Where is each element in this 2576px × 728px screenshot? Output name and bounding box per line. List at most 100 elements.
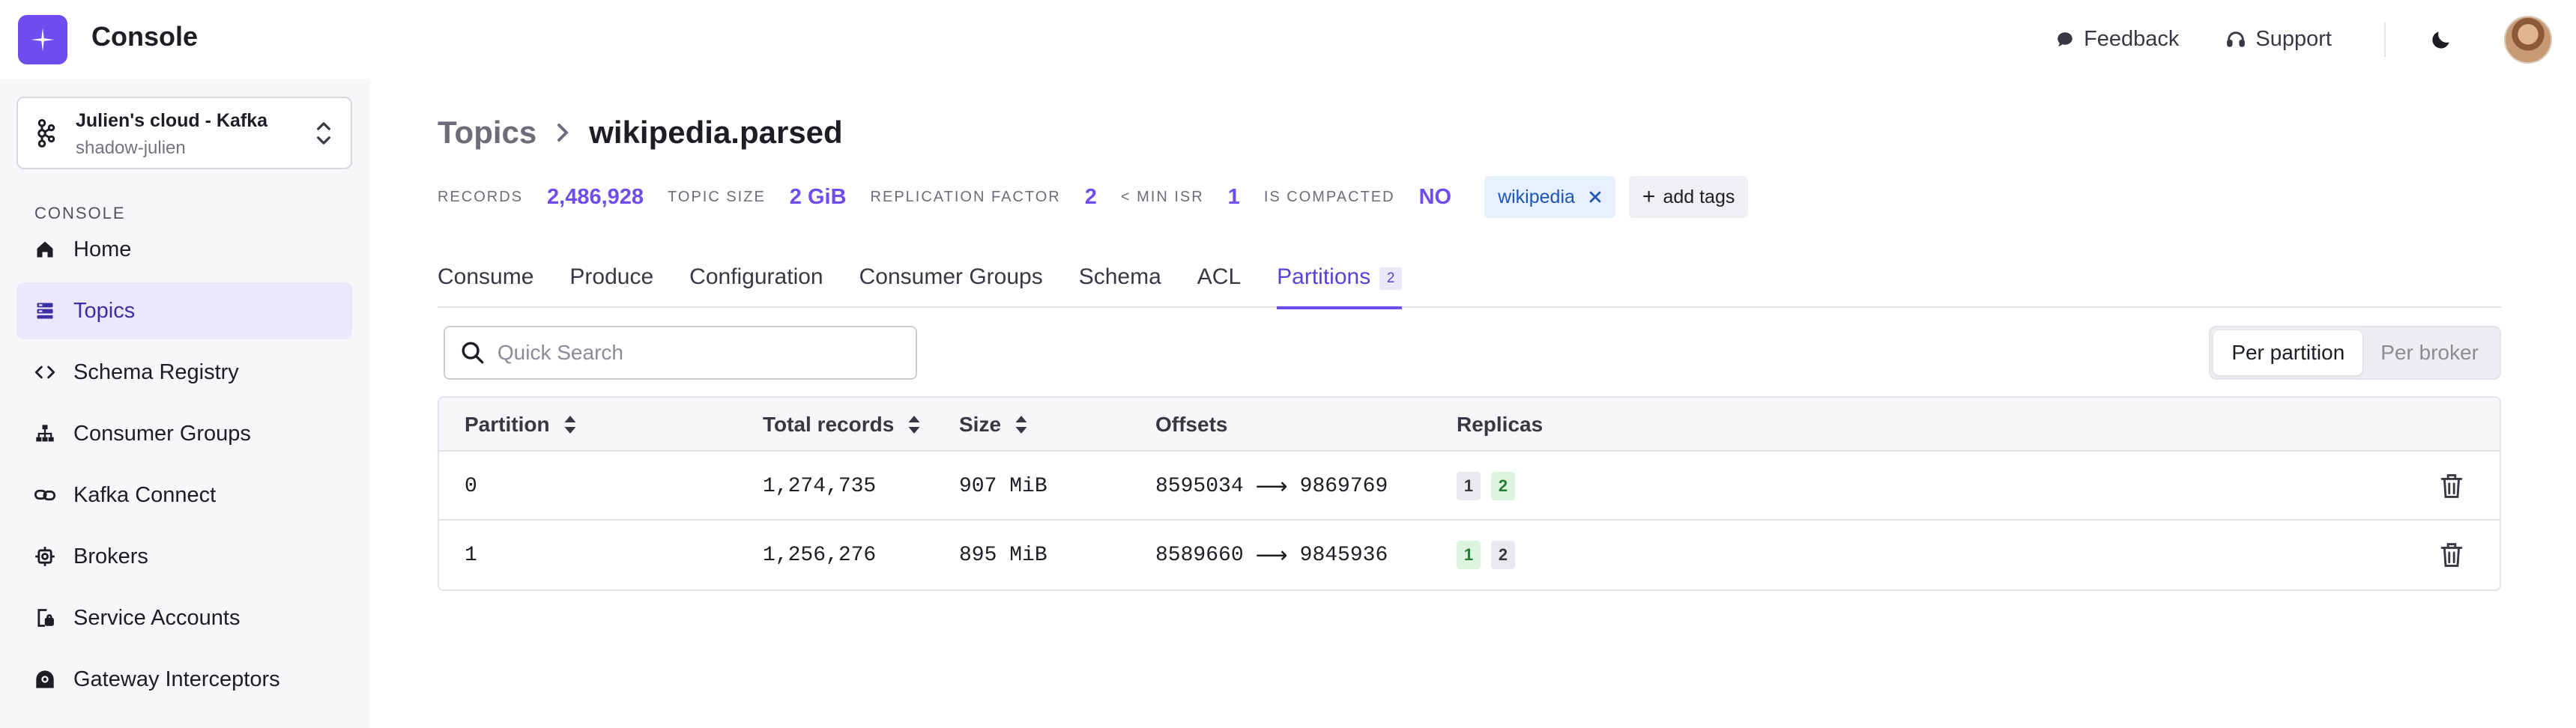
user-avatar[interactable]	[2504, 15, 2552, 64]
sidebar-item-schema-registry[interactable]: Schema Registry	[16, 344, 352, 401]
column-header-size[interactable]: Size	[959, 398, 1028, 452]
feedback-link[interactable]: Feedback	[2055, 27, 2179, 52]
topics-icon	[33, 299, 57, 323]
column-label: Partition	[465, 413, 550, 436]
table-header: Partition Total records Size Offsets Rep…	[439, 398, 2500, 452]
tab-configuration[interactable]: Configuration	[689, 258, 823, 308]
sidebar: Julien's cloud - Kafka shadow-julien CON…	[0, 79, 370, 728]
sidebar-item-label: Home	[73, 237, 132, 261]
sidebar-item-gateway-interceptors[interactable]: Gateway Interceptors	[16, 651, 352, 708]
column-header-offsets: Offsets	[1155, 413, 1228, 436]
replicas-cell: 1 2	[1457, 452, 1526, 521]
table-row: 1 1,256,276 895 MiB 8589660 ⟶ 9845936 1 …	[439, 521, 2500, 589]
tab-consumer-groups[interactable]: Consumer Groups	[859, 258, 1043, 308]
cluster-name: Julien's cloud - Kafka	[76, 110, 268, 131]
sidebar-item-topics[interactable]: Topics	[16, 282, 352, 339]
sidebar-item-label: Brokers	[73, 544, 148, 568]
partitions-table: Partition Total records Size Offsets Rep…	[438, 396, 2501, 591]
sidebar-item-label: Schema Registry	[73, 360, 239, 384]
theme-toggle-button[interactable]	[2429, 28, 2453, 52]
per-partition-option[interactable]: Per partition	[2213, 330, 2363, 375]
size-cell: 895 MiB	[959, 543, 1047, 567]
partitions-count-badge: 2	[1379, 267, 1403, 290]
partition-cell: 0	[465, 474, 477, 498]
sidebar-item-brokers[interactable]: Brokers	[16, 528, 352, 585]
tab-consume[interactable]: Consume	[438, 258, 533, 308]
page-title: wikipedia.parsed	[589, 115, 843, 150]
cluster-selector[interactable]: Julien's cloud - Kafka shadow-julien	[16, 97, 352, 169]
sidebar-nav: Home Topics Schema Registry Consumer Gro…	[16, 221, 352, 712]
trash-icon[interactable]	[2440, 473, 2464, 503]
size-cell: 907 MiB	[959, 474, 1047, 498]
chevron-right-icon	[554, 121, 571, 144]
feedback-label: Feedback	[2084, 27, 2180, 51]
is-compacted-label: IS COMPACTED	[1263, 188, 1395, 205]
plus-icon: +	[1642, 184, 1656, 209]
chevron-up-down-icon	[315, 119, 333, 151]
search-icon	[462, 342, 484, 364]
breadcrumb: Topics wikipedia.parsed	[438, 115, 843, 151]
replica-leader-badge: 2	[1491, 472, 1515, 500]
sparkle-icon	[31, 28, 55, 52]
code-icon	[33, 360, 57, 384]
app-title: Console	[91, 21, 199, 52]
replica-badge: 2	[1491, 541, 1515, 569]
tab-acl[interactable]: ACL	[1197, 258, 1241, 308]
tab-label: Partitions	[1277, 264, 1371, 289]
gateway-icon	[33, 667, 57, 691]
support-label: Support	[2255, 27, 2332, 51]
sidebar-item-service-accounts[interactable]: Service Accounts	[16, 589, 352, 646]
moon-icon	[2432, 31, 2449, 49]
home-icon	[33, 237, 57, 261]
sidebar-item-label: Topics	[73, 298, 136, 323]
total-records-cell: 1,274,735	[763, 474, 877, 498]
offset-end: 9845936	[1299, 543, 1388, 567]
top-divider	[2384, 22, 2386, 57]
top-bar: Console Feedback Support	[0, 0, 2576, 79]
sidebar-item-label: Gateway Interceptors	[73, 667, 280, 691]
top-actions: Feedback Support	[2055, 0, 2576, 79]
trash-icon[interactable]	[2440, 542, 2464, 572]
topic-tabs: Consume Produce Configuration Consumer G…	[438, 258, 2501, 309]
tab-produce[interactable]: Produce	[569, 258, 653, 308]
sort-icon	[1015, 414, 1028, 435]
breadcrumb-topics-link[interactable]: Topics	[438, 115, 536, 151]
support-link[interactable]: Support	[2225, 27, 2332, 52]
replication-factor-value: 2	[1084, 184, 1097, 209]
replicas-cell: 1 2	[1457, 521, 1526, 589]
per-broker-option[interactable]: Per broker	[2362, 330, 2497, 375]
column-header-partition[interactable]: Partition	[465, 398, 577, 452]
topic-stats: RECORDS 2,486,928 TOPIC SIZE 2 GiB REPLI…	[438, 175, 1749, 219]
records-label: RECORDS	[438, 188, 524, 205]
sort-icon	[907, 414, 921, 435]
sidebar-item-kafka-connect[interactable]: Kafka Connect	[16, 467, 352, 524]
column-header-total-records[interactable]: Total records	[763, 398, 921, 452]
replica-badge: 1	[1457, 472, 1481, 500]
app-logo[interactable]	[18, 15, 67, 64]
sidebar-item-label: Consumer Groups	[73, 421, 251, 446]
add-tags-button[interactable]: + add tags	[1628, 176, 1749, 218]
topic-size-label: TOPIC SIZE	[668, 188, 766, 205]
add-tags-label: add tags	[1663, 186, 1735, 207]
column-label: Size	[959, 413, 1002, 436]
arrow-right-icon: ⟶	[1255, 542, 1288, 568]
sidebar-item-consumer-groups[interactable]: Consumer Groups	[16, 405, 352, 462]
cluster-subtitle: shadow-julien	[76, 138, 186, 158]
search-input[interactable]	[497, 341, 916, 365]
tab-schema[interactable]: Schema	[1079, 258, 1161, 308]
tab-partitions[interactable]: Partitions 2	[1277, 258, 1403, 309]
replica-leader-badge: 1	[1457, 541, 1481, 569]
offsets-cell: 8595034 ⟶ 9869769	[1155, 452, 1388, 521]
close-icon[interactable]	[1588, 190, 1602, 204]
offset-start: 8589660	[1155, 543, 1244, 567]
arrow-right-icon: ⟶	[1255, 473, 1288, 500]
hierarchy-icon	[33, 422, 57, 446]
offset-start: 8595034	[1155, 474, 1244, 498]
link-icon	[33, 483, 57, 507]
sidebar-item-home[interactable]: Home	[16, 221, 352, 278]
replication-factor-label: REPLICATION FACTOR	[870, 188, 1061, 205]
headset-icon	[2227, 31, 2246, 47]
min-isr-value: 1	[1227, 184, 1240, 209]
chat-bubble-icon	[2058, 31, 2072, 46]
is-compacted-value: NO	[1418, 184, 1452, 209]
